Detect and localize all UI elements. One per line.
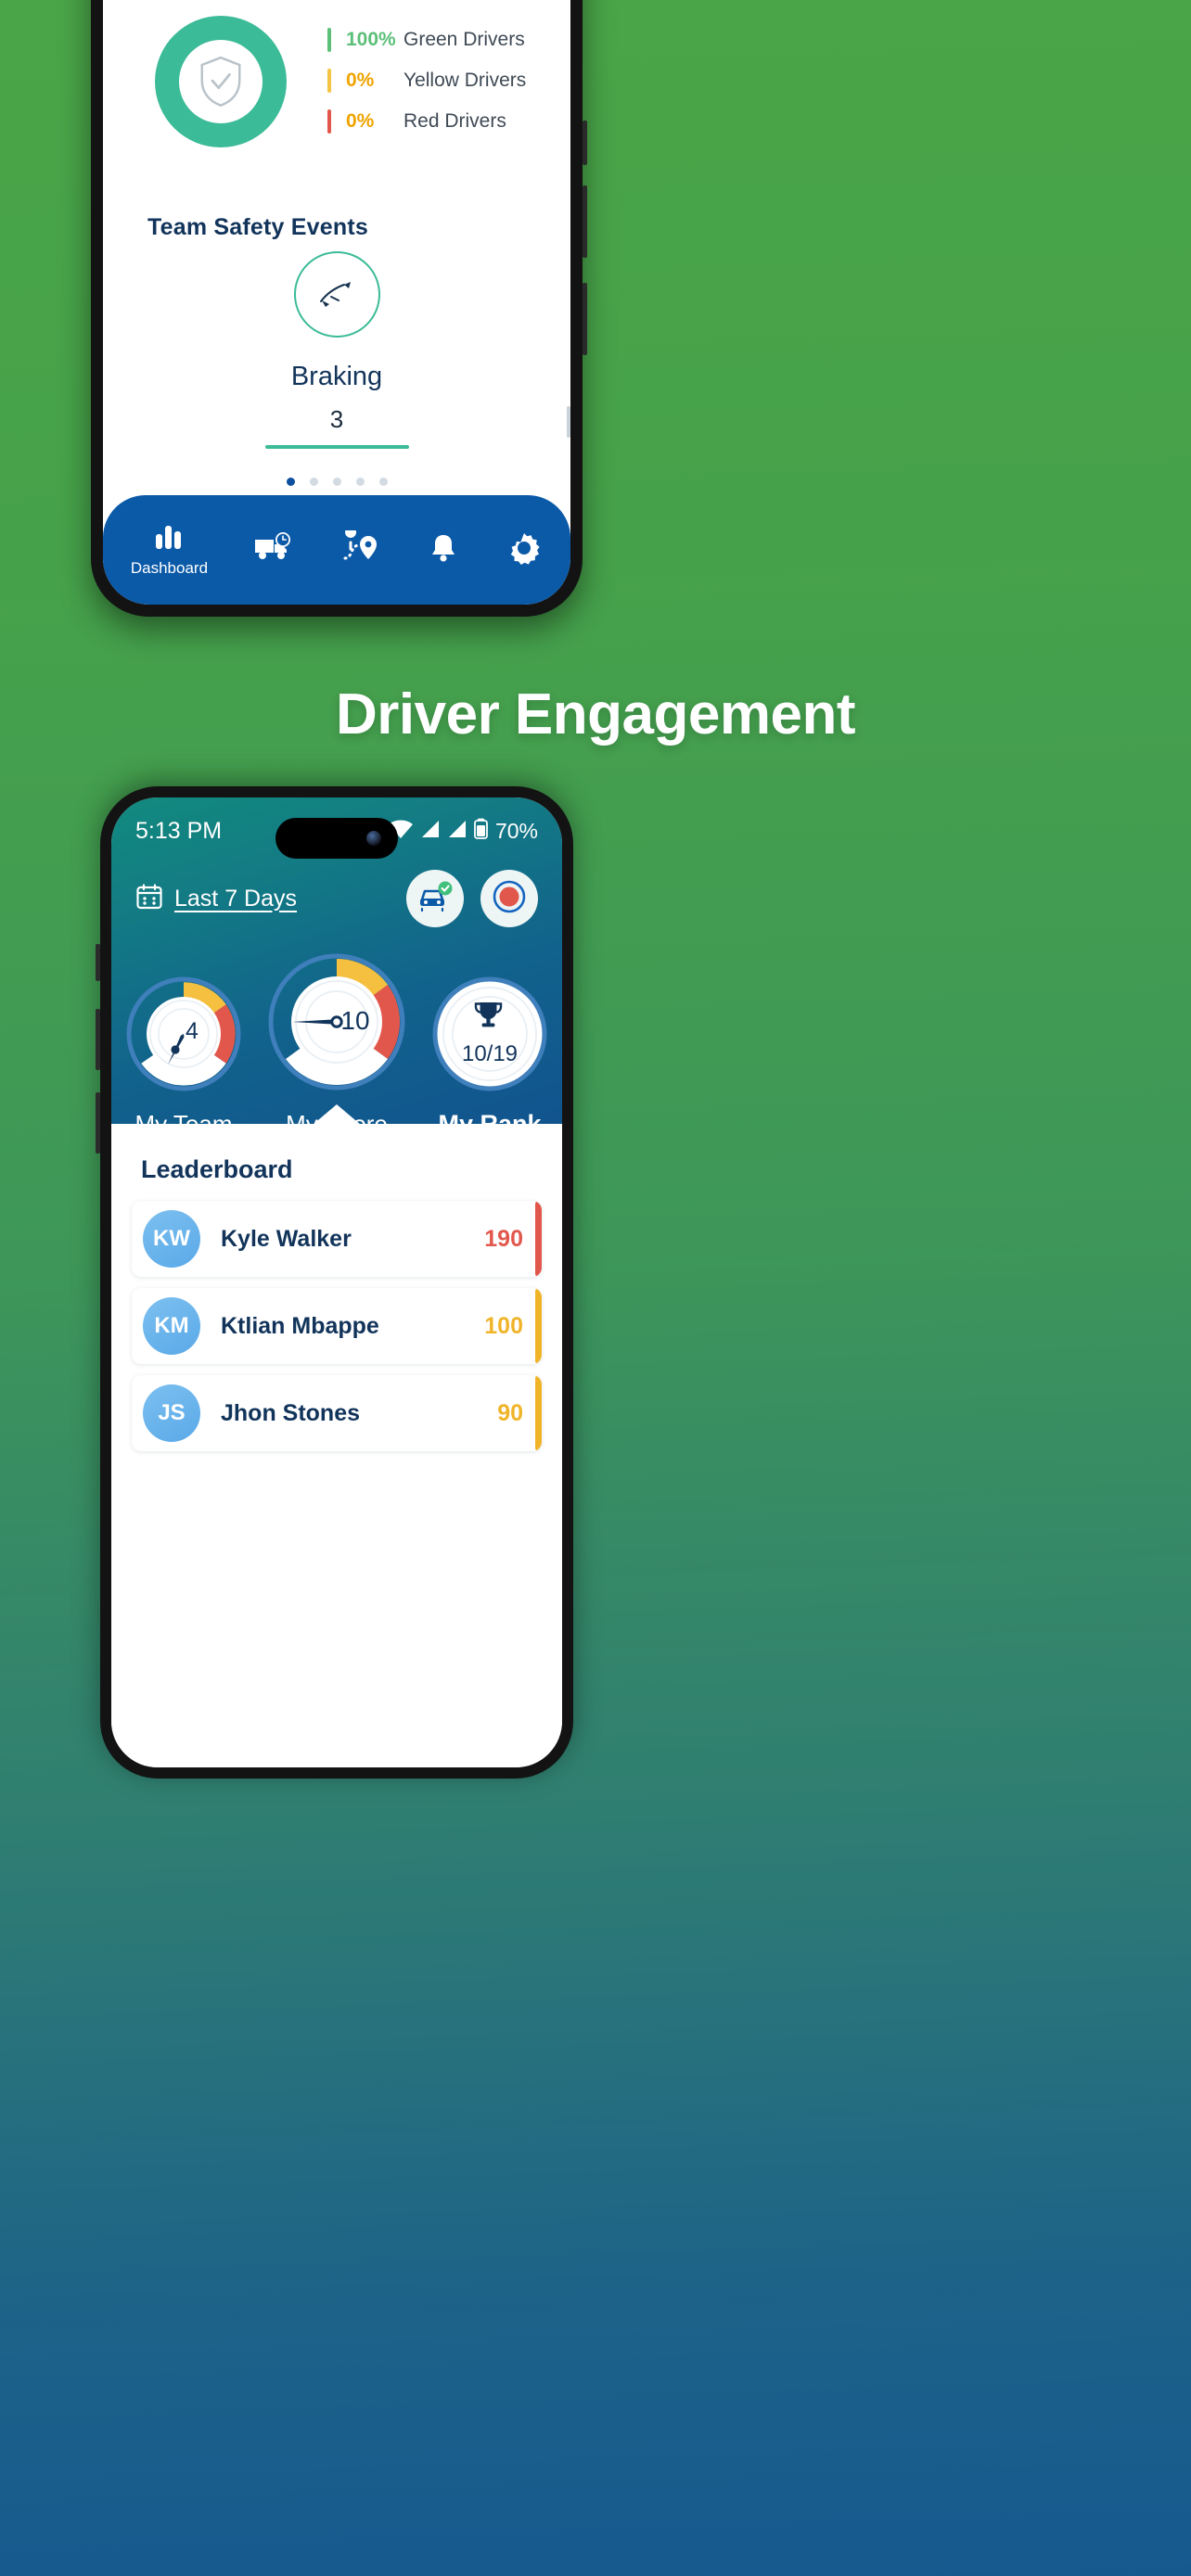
carousel-pager[interactable] — [103, 478, 570, 486]
phone1-side-button[interactable] — [583, 121, 587, 165]
gauge-my-rank[interactable]: 10/19 My Rank — [431, 976, 548, 1139]
status-time: 5:13 PM — [135, 817, 223, 844]
driver-safety-donut-chart — [155, 16, 287, 147]
legend-label: Red Drivers — [403, 110, 506, 132]
phone-bottom: 5:13 PM 70% Last 7 Days 4 10 10/19 Leade… — [96, 786, 573, 1779]
gear-icon — [506, 529, 543, 571]
legend-swatch-green — [327, 28, 331, 52]
driver-name: Kyle Walker — [221, 1225, 352, 1252]
phone1-screen: 100% Green Drivers 0% Yellow Drivers 0% … — [103, 0, 570, 605]
gauge-value-my-score: 10 — [340, 1006, 369, 1035]
row-status-bar — [535, 1201, 542, 1277]
page-title: Driver Engagement — [335, 682, 856, 746]
calendar-icon — [135, 883, 163, 915]
record-button[interactable] — [480, 870, 538, 927]
leaderboard-card: Leaderboard KW Kyle Walker 190 KM Ktlian… — [111, 1104, 562, 1767]
table-row[interactable]: KM Ktlian Mbappe 100 — [132, 1288, 542, 1364]
gauge-my-team[interactable]: 4 My Team — [125, 976, 242, 1139]
route-pin-icon — [339, 526, 382, 570]
phone1-volume-up[interactable] — [583, 185, 587, 258]
legend-item: 100% Green Drivers — [327, 19, 526, 60]
driver-score: 90 — [497, 1399, 523, 1426]
pager-dot[interactable] — [332, 478, 341, 486]
pager-dot[interactable] — [355, 478, 365, 486]
legend-swatch-yellow — [327, 69, 331, 93]
signal-icon — [447, 819, 467, 844]
row-status-bar — [535, 1288, 542, 1364]
nav-item-vehicles[interactable] — [252, 530, 295, 570]
hero-toolbar: Last 7 Days — [111, 864, 562, 927]
battery-percent: 70% — [494, 818, 538, 843]
kpi-gauges: 4 My Team — [111, 927, 562, 1139]
phone1-volume-down[interactable] — [583, 283, 587, 355]
driver-score: 100 — [484, 1312, 523, 1339]
signal-icon — [420, 819, 441, 844]
engagement-hero: 5:13 PM 70% Last 7 Days 4 10 10/19 — [111, 797, 562, 1138]
safety-event-value: 3 — [329, 405, 344, 433]
battery-icon — [474, 818, 488, 844]
driver-score: 190 — [484, 1225, 523, 1252]
scrollbar[interactable] — [567, 406, 570, 438]
gauge-value-my-team: 4 — [186, 1018, 198, 1044]
pager-dot-active[interactable] — [286, 478, 295, 486]
bell-icon — [426, 530, 461, 570]
dynamic-island-icon — [275, 818, 398, 859]
legend-percent: 0% — [346, 70, 375, 91]
phone2-screen: 5:13 PM 70% Last 7 Days 4 10 10/19 Leade… — [111, 797, 562, 1767]
legend-item: 0% Yellow Drivers — [327, 60, 526, 101]
truck-clock-icon — [252, 530, 295, 570]
table-row[interactable]: KW Kyle Walker 190 — [132, 1201, 542, 1277]
nav-item-alerts[interactable] — [426, 530, 461, 570]
table-row[interactable]: JS Jhon Stones 90 — [132, 1375, 542, 1451]
status-icons: 70% — [388, 818, 538, 844]
phone-top: 100% Green Drivers 0% Yellow Drivers 0% … — [91, 0, 587, 617]
dashboard-bars-icon — [153, 523, 185, 555]
gauge-my-score[interactable]: 10 My Score — [266, 951, 407, 1139]
legend-label: Yellow Drivers — [403, 70, 527, 91]
braking-icon — [293, 251, 380, 338]
avatar: JS — [143, 1384, 200, 1442]
vehicle-check-button[interactable] — [406, 870, 464, 927]
safety-overview: 100% Green Drivers 0% Yellow Drivers 0% … — [103, 14, 570, 147]
gauge-value-my-rank: 10/19 — [462, 1041, 518, 1066]
legend-percent: 100% — [346, 29, 396, 50]
driver-legend: 100% Green Drivers 0% Yellow Drivers 0% … — [327, 19, 526, 142]
date-range-label: Last 7 Days — [174, 885, 298, 912]
date-range-selector[interactable]: Last 7 Days — [135, 883, 297, 915]
legend-swatch-red — [327, 109, 331, 134]
poster-stage: 100% Green Drivers 0% Yellow Drivers 0% … — [0, 0, 1191, 2576]
avatar: KW — [143, 1210, 200, 1268]
nav-label-dashboard: Dashboard — [130, 558, 209, 577]
phone2-volume-up[interactable] — [96, 1009, 100, 1070]
record-icon — [489, 876, 530, 922]
shield-check-icon — [155, 16, 287, 147]
leaderboard-title: Leaderboard — [141, 1155, 293, 1183]
safety-event-card[interactable]: Braking 3 — [103, 251, 570, 449]
legend-item: 0% Red Drivers — [327, 101, 526, 142]
legend-percent: 0% — [346, 110, 375, 132]
nav-item-settings[interactable] — [506, 529, 543, 571]
nav-item-routes[interactable] — [339, 526, 382, 570]
safety-event-name: Braking — [290, 362, 383, 391]
hero-actions — [406, 870, 538, 927]
phone2-mute-switch[interactable] — [96, 944, 100, 981]
vehicle-check-icon — [416, 881, 454, 917]
safety-event-underline — [264, 445, 409, 449]
driver-name: Jhon Stones — [221, 1399, 361, 1426]
row-status-bar — [535, 1375, 542, 1451]
phone2-volume-down[interactable] — [96, 1092, 100, 1154]
pager-dot[interactable] — [309, 478, 318, 486]
driver-name: Ktlian Mbappe — [221, 1312, 379, 1339]
team-safety-events-title: Team Safety Events — [147, 214, 368, 240]
legend-label: Green Drivers — [403, 29, 525, 50]
nav-item-dashboard[interactable]: Dashboard — [131, 523, 208, 578]
pager-dot[interactable] — [378, 478, 388, 486]
avatar: KM — [143, 1297, 200, 1355]
bottom-navigation: Dashboard — [103, 495, 570, 605]
